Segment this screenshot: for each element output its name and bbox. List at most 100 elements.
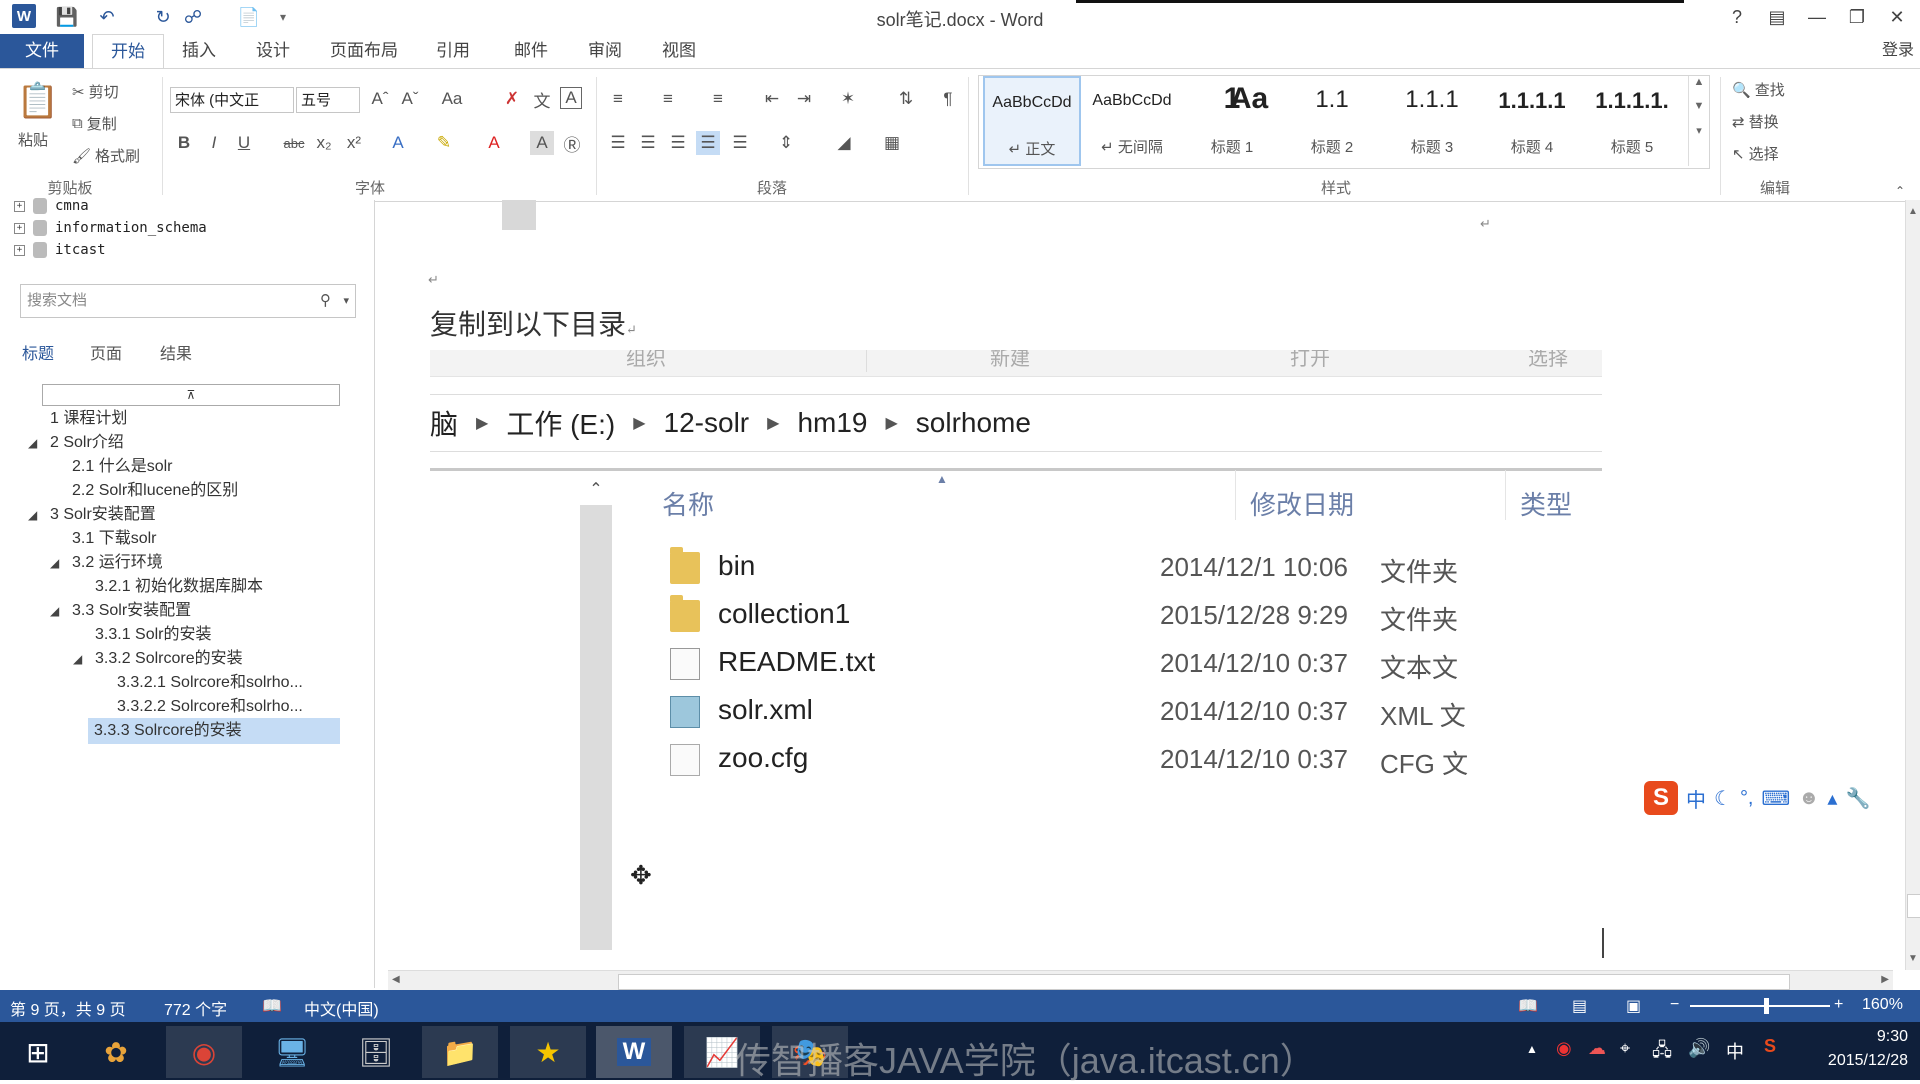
- copy-button[interactable]: ⧉ 复制: [72, 113, 117, 134]
- find-button[interactable]: 🔍 查找: [1732, 79, 1785, 100]
- scroll-right-icon[interactable]: ▶: [1881, 974, 1889, 985]
- scroll-thumb[interactable]: [1907, 894, 1920, 918]
- shading-icon[interactable]: ◢: [832, 131, 856, 155]
- collapse-triangle-icon[interactable]: ◢: [28, 508, 37, 522]
- styles-scroll[interactable]: ▲ ▼ ▾: [1688, 76, 1709, 166]
- ime-toolbar[interactable]: S 中 ☾ °, ⌨ ☻ ▴ 🔧: [1640, 778, 1906, 818]
- style-heading-2[interactable]: 1.1 标题 2: [1283, 76, 1381, 166]
- clock-date[interactable]: 2015/12/28: [1800, 1052, 1908, 1070]
- file-explorer-icon[interactable]: 📁: [422, 1026, 498, 1078]
- subscript-icon[interactable]: x₂: [312, 131, 336, 155]
- search-icon[interactable]: ⚲: [320, 285, 331, 317]
- language-indicator[interactable]: 中文(中国): [304, 996, 379, 1020]
- tray-input-icon[interactable]: ⌖: [1620, 1038, 1630, 1059]
- tab-references[interactable]: 引用: [424, 34, 482, 68]
- help-button[interactable]: ?: [1720, 3, 1754, 31]
- restore-button[interactable]: ❐: [1840, 3, 1874, 31]
- style-normal[interactable]: AaBbCcDd ↵ 正文: [983, 76, 1081, 166]
- cut-button[interactable]: ✂ 剪切: [72, 81, 119, 102]
- sogou-tray-icon[interactable]: S: [1764, 1036, 1776, 1057]
- bold-icon[interactable]: B: [172, 131, 196, 155]
- shrink-font-icon[interactable]: Aˇ: [398, 87, 422, 111]
- show-marks-icon[interactable]: ¶: [936, 87, 960, 111]
- borders-icon[interactable]: ▦: [880, 131, 904, 155]
- ribbon-display-options-icon[interactable]: ▤: [1760, 3, 1794, 31]
- character-shading-icon[interactable]: A: [530, 131, 554, 155]
- font-name-combo[interactable]: 宋体 (中文正: [170, 87, 294, 113]
- replace-button[interactable]: ⇄ 替换: [1732, 111, 1779, 132]
- heading-item[interactable]: 3.3.2 Solrcore的安装: [95, 646, 243, 672]
- align-left-icon[interactable]: ☰: [606, 131, 630, 155]
- bullets-icon[interactable]: ≡: [606, 87, 630, 111]
- tab-view[interactable]: 视图: [650, 34, 708, 68]
- text-effects-icon[interactable]: A: [386, 131, 410, 155]
- document-heading-text[interactable]: 复制到以下目录↵: [430, 303, 637, 343]
- db-tree-item[interactable]: + information_schema: [14, 220, 207, 236]
- word-taskbar-icon[interactable]: W: [596, 1026, 672, 1078]
- tab-results[interactable]: 结果: [160, 340, 192, 364]
- heading-item[interactable]: 3.2 运行环境: [72, 550, 163, 576]
- chinese-layout-icon[interactable]: ✶: [836, 87, 860, 111]
- user-icon[interactable]: ☻: [1798, 787, 1819, 810]
- vertical-scrollbar[interactable]: ▲ ▼: [1905, 200, 1920, 970]
- chrome-icon[interactable]: ◉: [166, 1026, 242, 1078]
- clock-time[interactable]: 9:30: [1812, 1028, 1908, 1046]
- db-tree-item[interactable]: + cmna: [14, 198, 89, 214]
- style-heading-3[interactable]: 1.1.1 标题 3: [1383, 76, 1481, 166]
- tray-app-icon[interactable]: ☁: [1588, 1038, 1606, 1059]
- remote-desktop-icon[interactable]: 🖥: [254, 1026, 330, 1078]
- zoom-out-icon[interactable]: −: [1670, 996, 1679, 1014]
- tab-file[interactable]: 文件: [0, 34, 84, 68]
- tray-app-icon[interactable]: ◉: [1556, 1038, 1572, 1059]
- align-right-icon[interactable]: ☰: [666, 131, 690, 155]
- scroll-up-icon[interactable]: ▲: [1908, 206, 1918, 217]
- word-count[interactable]: 772 个字: [164, 996, 227, 1020]
- style-heading-4[interactable]: 1.1.1.1 标题 4: [1483, 76, 1581, 166]
- heading-item[interactable]: 2 Solr介绍: [50, 430, 124, 456]
- phonetic-guide-icon[interactable]: 文: [530, 87, 554, 111]
- heading-item[interactable]: 3.3.2.1 Solrcore和solrho...: [117, 670, 303, 696]
- font-color-icon[interactable]: A: [482, 131, 506, 155]
- tab-home[interactable]: 开始: [92, 34, 164, 69]
- multilevel-list-icon[interactable]: ≡: [706, 87, 730, 111]
- search-dropdown-icon[interactable]: ▾: [343, 285, 349, 317]
- paste-button[interactable]: 粘贴: [18, 129, 48, 150]
- keyboard-icon[interactable]: ⌨: [1762, 786, 1791, 811]
- scroll-thumb[interactable]: [618, 974, 1790, 990]
- numbering-icon[interactable]: ≡: [656, 87, 680, 111]
- paste-icon[interactable]: 📋: [16, 79, 60, 123]
- proofing-icon[interactable]: 📖: [262, 996, 282, 1016]
- highlight-color-icon[interactable]: ✎: [432, 131, 456, 155]
- collapse-triangle-icon[interactable]: ◢: [50, 604, 59, 618]
- tab-headings[interactable]: 标题: [22, 340, 54, 364]
- tab-mailings[interactable]: 邮件: [502, 34, 560, 68]
- print-layout-icon[interactable]: ▤: [1572, 996, 1587, 1016]
- style-heading-5[interactable]: 1.1.1.1. 标题 5: [1583, 76, 1681, 166]
- enclose-characters-icon[interactable]: Ⓡ: [560, 131, 584, 155]
- distributed-icon[interactable]: ☰: [728, 131, 752, 155]
- heading-item[interactable]: 2.1 什么是solr: [72, 454, 172, 480]
- heading-item[interactable]: 2.2 Solr和lucene的区别: [72, 478, 238, 504]
- collapse-triangle-icon[interactable]: ◢: [50, 556, 59, 570]
- change-case-icon[interactable]: Aa: [440, 87, 464, 111]
- select-button[interactable]: ↖ 选择: [1732, 143, 1779, 164]
- heading-item[interactable]: 3.3.1 Solr的安装: [95, 622, 212, 648]
- decrease-indent-icon[interactable]: ⇤: [760, 87, 784, 111]
- scroll-down-icon[interactable]: ▼: [1908, 953, 1918, 964]
- skin-icon[interactable]: ▴: [1827, 786, 1837, 811]
- scroll-left-icon[interactable]: ◀: [392, 974, 400, 985]
- clear-formatting-icon[interactable]: ✗: [500, 87, 524, 111]
- tab-insert[interactable]: 插入: [170, 34, 228, 68]
- ime-mode[interactable]: 中: [1686, 784, 1706, 813]
- sign-in-link[interactable]: 登录: [1876, 34, 1920, 68]
- wrench-icon[interactable]: 🔧: [1845, 786, 1870, 811]
- line-spacing-icon[interactable]: ⇕: [774, 131, 798, 155]
- horizontal-scrollbar[interactable]: ◀ ▶: [388, 970, 1893, 991]
- justify-icon[interactable]: ☰: [696, 131, 720, 155]
- collapse-triangle-icon[interactable]: ◢: [73, 652, 82, 666]
- zoom-in-icon[interactable]: +: [1834, 996, 1843, 1014]
- strikethrough-icon[interactable]: abc: [282, 131, 306, 155]
- heading-item[interactable]: 3 Solr安装配置: [50, 502, 156, 528]
- page-count[interactable]: 第 9 页，共 9 页: [10, 996, 126, 1020]
- start-button-icon[interactable]: ⊞: [0, 1026, 76, 1078]
